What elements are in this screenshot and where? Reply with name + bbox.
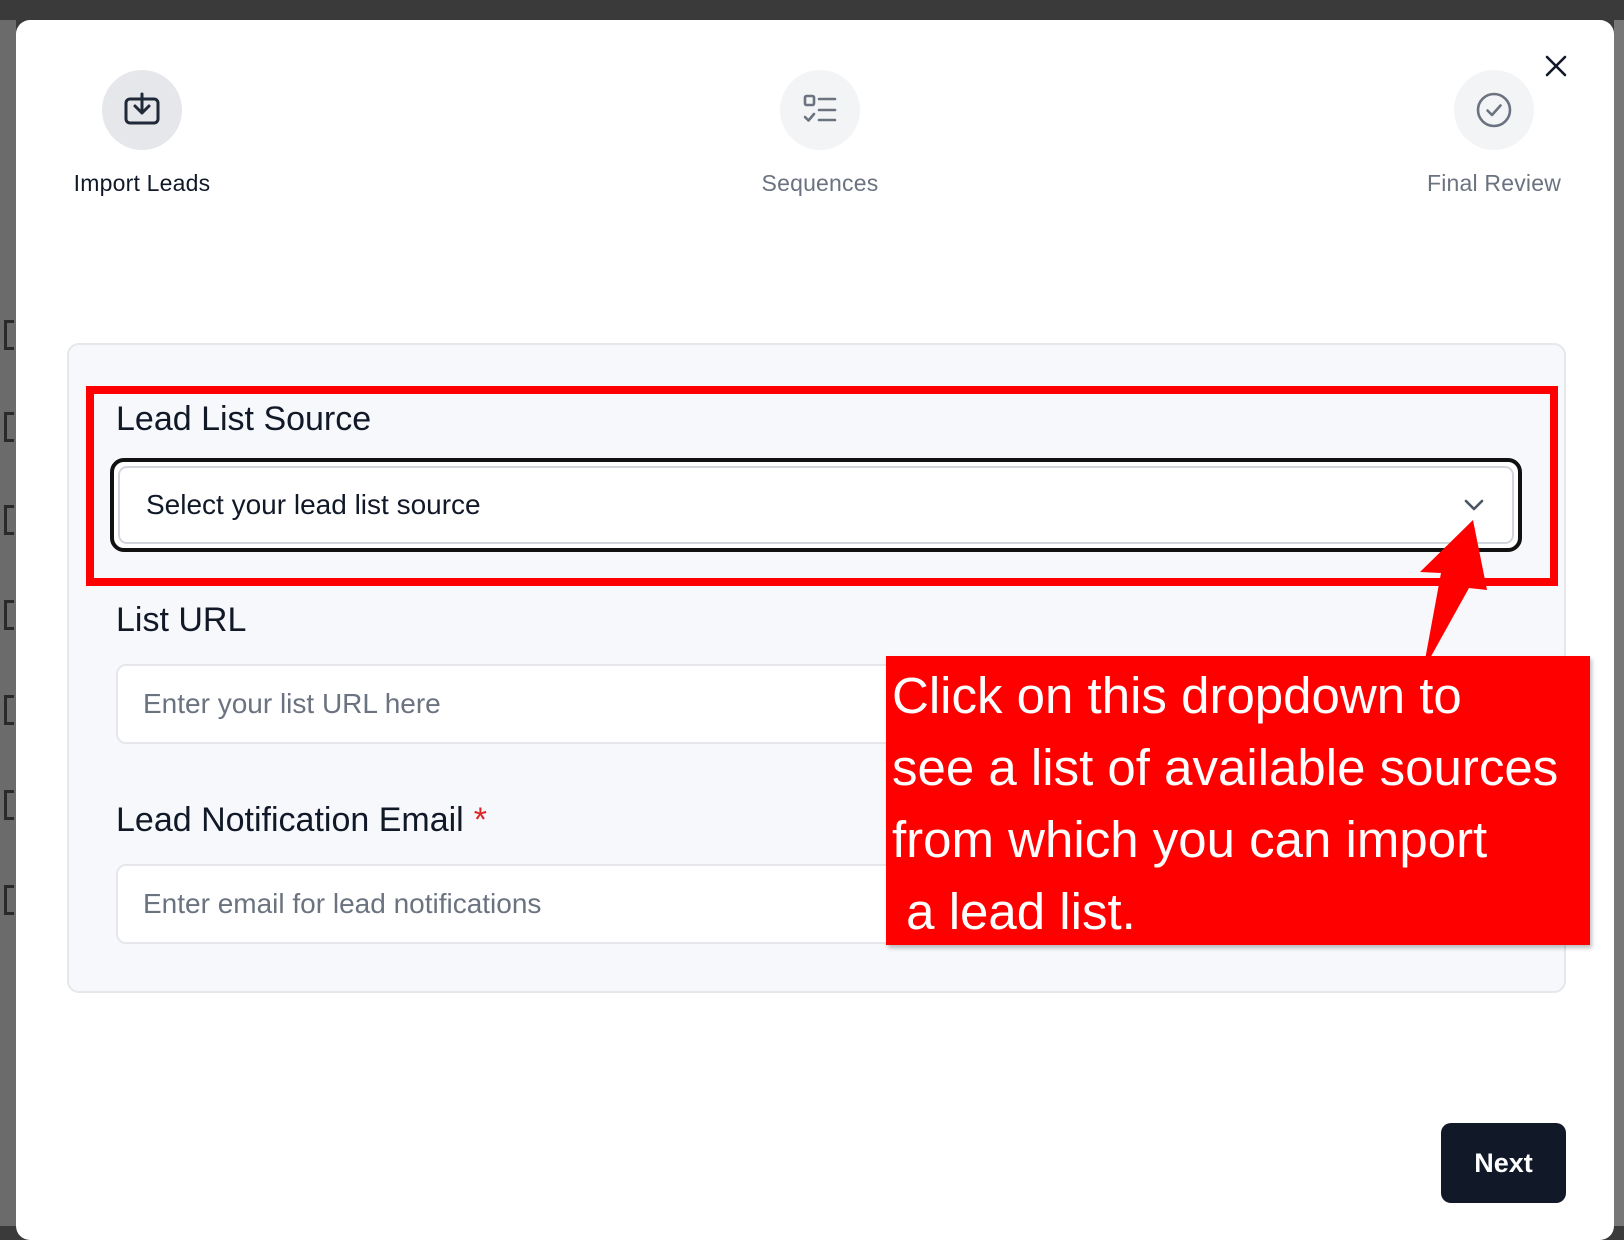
- list-url-label: List URL: [116, 601, 247, 639]
- step-final-review[interactable]: Final Review: [1414, 70, 1574, 197]
- lead-list-source-trigger[interactable]: Select your lead list source: [118, 466, 1514, 544]
- step-label: Sequences: [761, 170, 879, 196]
- annotation-line: a lead list.: [892, 883, 1136, 940]
- lead-list-source-select[interactable]: Select your lead list source: [110, 458, 1522, 552]
- lead-notification-email-label-text: Lead Notification Email: [116, 801, 464, 839]
- backdrop-bracket: [4, 600, 14, 630]
- backdrop-bracket: [4, 695, 14, 725]
- lead-list-source-label: Lead List Source: [116, 400, 372, 438]
- download-icon: [124, 92, 160, 125]
- backdrop-bracket: [4, 320, 14, 350]
- annotation-line: from which you can import: [892, 811, 1488, 868]
- step-circle: [780, 70, 860, 150]
- step-sequences[interactable]: Sequences: [740, 70, 900, 197]
- backdrop-bracket: [4, 790, 14, 820]
- backdrop-right-edge: [1614, 20, 1624, 1226]
- step-circle: [1454, 70, 1534, 150]
- backdrop-page-edge: [0, 20, 16, 1226]
- next-button[interactable]: Next: [1441, 1123, 1566, 1203]
- step-circle: [102, 70, 182, 150]
- checklist-icon: [803, 94, 837, 122]
- step-label: Final Review: [1426, 170, 1562, 196]
- step-label: Import Leads: [73, 170, 211, 196]
- lead-list-source-value: Select your lead list source: [146, 489, 481, 520]
- backdrop-bracket: [4, 885, 14, 915]
- lead-notification-email-label: Lead Notification Email *: [116, 801, 487, 840]
- annotation-line: see a list of available sources: [892, 739, 1559, 796]
- chevron-down-icon: [1464, 499, 1484, 511]
- backdrop-bracket: [4, 412, 14, 442]
- backdrop-bracket: [4, 505, 14, 535]
- step-import-leads[interactable]: Import Leads: [62, 70, 222, 197]
- check-circle-icon: [1476, 92, 1512, 128]
- required-indicator: *: [473, 801, 487, 839]
- annotation-line: Click on this dropdown to: [892, 667, 1462, 724]
- annotation-callout: Click on this dropdown to see a list of …: [886, 656, 1590, 945]
